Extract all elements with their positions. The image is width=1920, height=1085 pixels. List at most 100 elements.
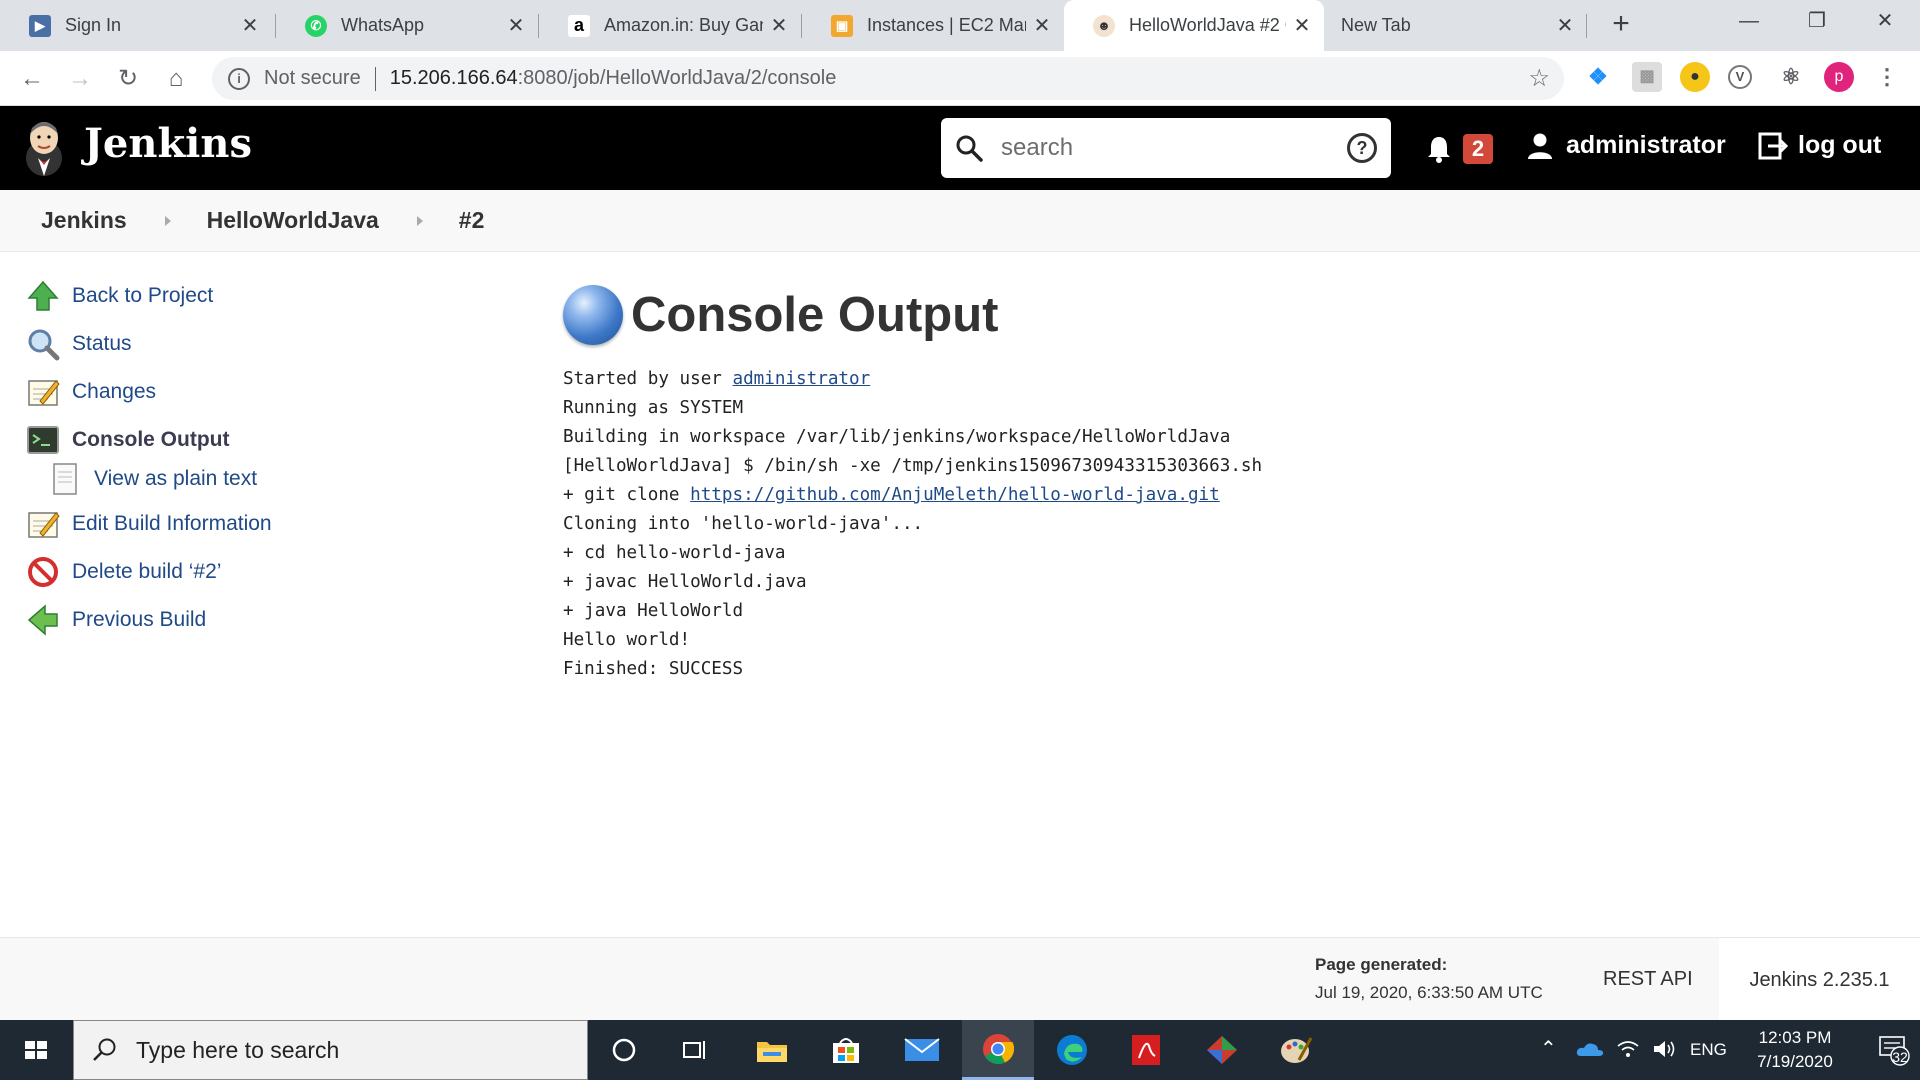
breadcrumb-job[interactable]: HelloWorldJava xyxy=(207,207,379,234)
breadcrumb-chevron-icon[interactable] xyxy=(416,215,423,226)
forward-arrow-icon[interactable]: → xyxy=(60,59,100,99)
help-icon[interactable]: ? xyxy=(1347,133,1377,163)
jenkins-search-input[interactable] xyxy=(1001,134,1347,162)
windows-extension-icon[interactable]: ❖ xyxy=(1583,62,1613,92)
git-repo-link[interactable]: https://github.com/AnjuMeleth/hello-worl… xyxy=(690,485,1220,505)
profile-avatar[interactable]: p xyxy=(1824,62,1854,92)
git-taskbar-icon[interactable] xyxy=(1186,1020,1258,1080)
sidebar-item-changes[interactable]: Changes xyxy=(26,368,506,416)
jenkins-version-link[interactable]: Jenkins 2.235.1 xyxy=(1719,938,1920,1022)
new-tab-button[interactable]: + xyxy=(1604,8,1638,42)
windows-taskbar: Type here to search ⌃ ENG 12:03 PM 7/19/… xyxy=(0,1020,1920,1080)
notification-badge[interactable]: 2 xyxy=(1463,134,1493,164)
tab-amazon[interactable]: a Amazon.in: Buy Ganc ✕ xyxy=(539,0,801,51)
url-host: 15.206.166.64 xyxy=(389,67,518,89)
magnifier-icon xyxy=(28,329,60,361)
back-arrow-icon[interactable]: ← xyxy=(12,59,52,99)
minimize-icon[interactable]: — xyxy=(1714,0,1784,44)
mail-icon[interactable] xyxy=(886,1020,958,1080)
close-tab-icon[interactable]: ✕ xyxy=(1555,13,1575,38)
sidebar-item-view-plain-text[interactable]: View as plain text xyxy=(26,458,506,500)
sidebar-item-delete-build[interactable]: Delete build ‘#2’ xyxy=(26,548,506,596)
close-tab-icon[interactable]: ✕ xyxy=(240,13,260,38)
paint-taskbar-icon[interactable] xyxy=(1260,1020,1332,1080)
chrome-icon xyxy=(983,1033,1014,1064)
rest-api-link[interactable]: REST API xyxy=(1603,968,1693,991)
edge-taskbar-icon[interactable] xyxy=(1036,1020,1108,1080)
tab-sign-in[interactable]: ▶ Sign In ✕ xyxy=(0,0,272,51)
user-menu[interactable]: administrator xyxy=(1526,131,1726,160)
bell-icon[interactable] xyxy=(1424,134,1454,164)
sidebar-item-label: Previous Build xyxy=(72,608,207,631)
chrome-taskbar-icon[interactable] xyxy=(962,1020,1034,1080)
tab-new-tab[interactable]: New Tab ✕ xyxy=(1325,0,1587,51)
notification-count: 32 xyxy=(1892,1049,1908,1065)
close-tab-icon[interactable]: ✕ xyxy=(769,13,789,38)
notepad-icon xyxy=(28,512,60,538)
close-tab-icon[interactable]: ✕ xyxy=(1032,13,1052,38)
close-tab-icon[interactable]: ✕ xyxy=(506,13,526,38)
home-icon[interactable]: ⌂ xyxy=(156,59,196,99)
acrobat-taskbar-icon[interactable] xyxy=(1110,1020,1182,1080)
console-line: Started by user xyxy=(563,369,733,389)
clock[interactable]: 12:03 PM 7/19/2020 xyxy=(1740,1026,1850,1074)
close-tab-icon[interactable]: ✕ xyxy=(1292,13,1312,38)
task-view-icon[interactable] xyxy=(660,1020,732,1080)
file-explorer-icon[interactable] xyxy=(736,1020,808,1080)
chevron-up-icon[interactable]: ⌃ xyxy=(1540,1036,1557,1061)
left-arrow-icon xyxy=(27,604,58,636)
taskbar-search-box[interactable]: Type here to search xyxy=(73,1020,588,1080)
aws-favicon: ▣ xyxy=(831,14,853,37)
jenkins-title[interactable]: Jenkins xyxy=(84,120,252,167)
breadcrumb-chevron-icon[interactable] xyxy=(164,215,171,226)
info-icon[interactable]: i xyxy=(228,67,250,90)
sidebar-item-previous-build[interactable]: Previous Build xyxy=(26,596,506,644)
console-line: Cloning into 'hello-world-java'... xyxy=(563,514,924,534)
sidebar-item-status[interactable]: Status xyxy=(26,320,506,368)
v-extension-icon[interactable]: V xyxy=(1728,65,1752,89)
sidebar-item-back-to-project[interactable]: Back to Project xyxy=(26,272,506,320)
cortana-icon[interactable] xyxy=(588,1020,660,1080)
sidebar-item-label: Status xyxy=(72,332,132,355)
tab-jenkins-active[interactable]: ☻ HelloWorldJava #2 C ✕ xyxy=(1064,0,1324,51)
volume-icon[interactable] xyxy=(1652,1038,1676,1060)
user-link[interactable]: administrator xyxy=(732,369,870,389)
puzzle-extensions-icon[interactable]: ⚛ xyxy=(1776,62,1806,92)
language-indicator[interactable]: ENG xyxy=(1690,1040,1727,1060)
envelope-icon xyxy=(904,1038,940,1061)
close-window-icon[interactable]: ✕ xyxy=(1850,0,1920,44)
jenkins-butler-logo[interactable] xyxy=(22,118,66,178)
logout-link[interactable]: log out xyxy=(1758,131,1881,160)
windows-logo-icon xyxy=(25,1041,47,1059)
microsoft-store-icon[interactable] xyxy=(810,1020,882,1080)
sidebar-item-label: View as plain text xyxy=(94,467,258,490)
reload-icon[interactable]: ↻ xyxy=(108,59,148,99)
sidebar-item-label: Delete build ‘#2’ xyxy=(72,560,222,583)
tab-title: HelloWorldJava #2 C xyxy=(1129,15,1286,35)
sidebar-item-edit-build-information[interactable]: Edit Build Information xyxy=(26,500,506,548)
breadcrumb-jenkins[interactable]: Jenkins xyxy=(41,207,127,234)
breadcrumb-build[interactable]: #2 xyxy=(459,207,485,234)
tab-ec2[interactable]: ▣ Instances | EC2 Mana ✕ xyxy=(802,0,1064,51)
console-log: Started by user administrator Running as… xyxy=(563,365,1262,684)
clock-date: 7/19/2020 xyxy=(1757,1052,1833,1071)
sidebar-item-console-output[interactable]: Console Output xyxy=(26,416,506,464)
start-button[interactable] xyxy=(0,1020,72,1080)
tab-whatsapp[interactable]: ✆ WhatsApp ✕ xyxy=(276,0,538,51)
up-arrow-icon xyxy=(27,280,59,311)
browser-menu-icon[interactable]: ⋮ xyxy=(1872,62,1902,92)
bookmark-star-icon[interactable]: ☆ xyxy=(1528,64,1550,93)
wifi-icon[interactable] xyxy=(1616,1038,1640,1060)
edge-icon xyxy=(1057,1035,1087,1065)
terminal-icon xyxy=(27,426,59,454)
restore-icon[interactable]: ❐ xyxy=(1782,0,1852,44)
extension-icon[interactable]: ▩ xyxy=(1632,62,1662,92)
console-line: + javac HelloWorld.java xyxy=(563,572,807,592)
page-generated-timestamp: Jul 19, 2020, 6:33:50 AM UTC xyxy=(1315,983,1543,1002)
tab-title: Sign In xyxy=(65,15,122,35)
onedrive-icon[interactable] xyxy=(1576,1040,1604,1058)
document-icon xyxy=(53,463,77,495)
sunglasses-extension-icon[interactable]: ● xyxy=(1680,62,1710,92)
address-bar[interactable]: i Not secure 15.206.166.64:8080/job/Hell… xyxy=(212,57,1564,100)
console-line: + java HelloWorld xyxy=(563,601,744,621)
